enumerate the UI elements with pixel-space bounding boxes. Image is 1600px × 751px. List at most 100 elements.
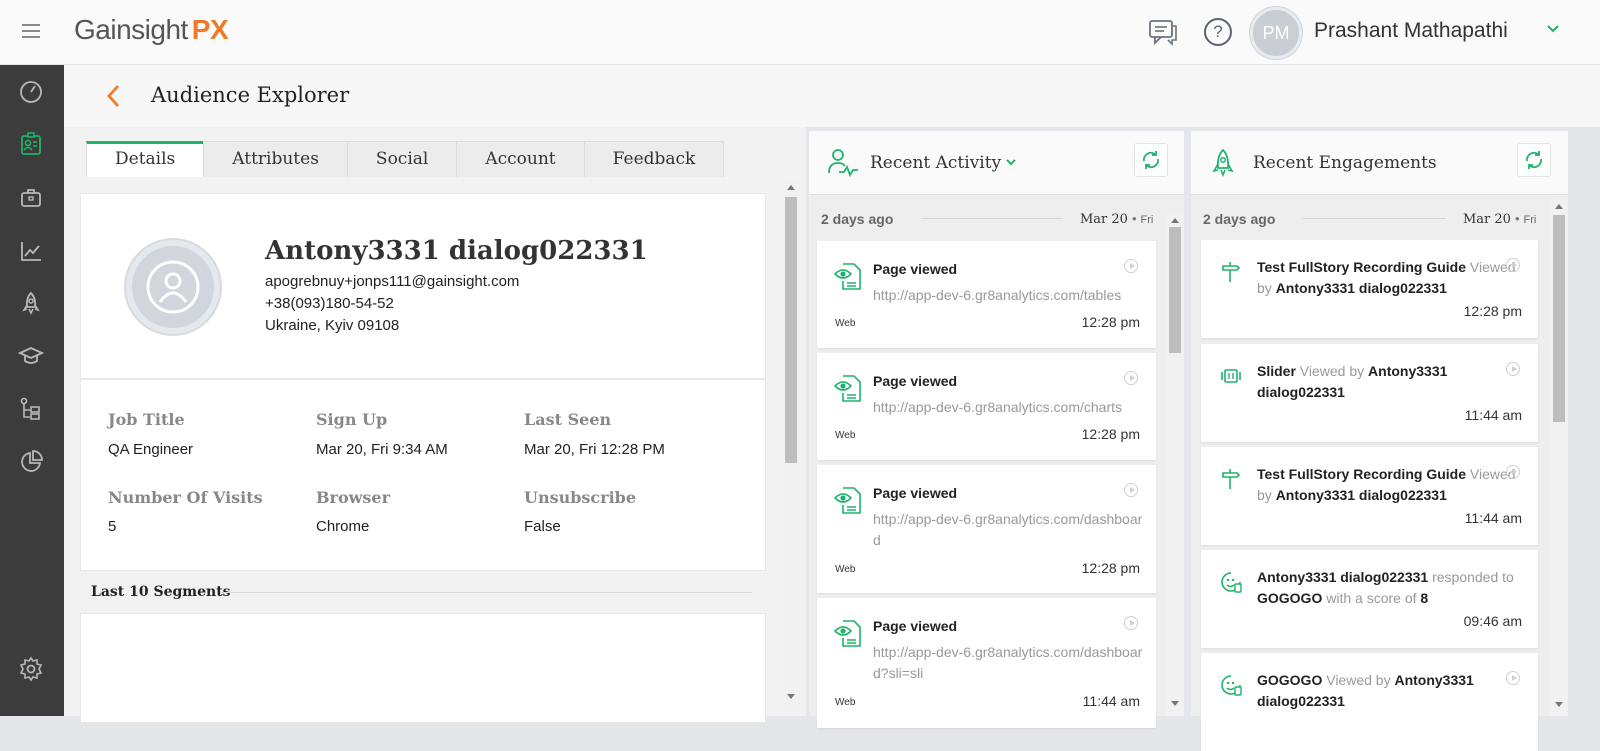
scroll-down-icon[interactable] bbox=[1555, 702, 1563, 707]
activity-url[interactable]: http://app-dev-6.gr8analytics.com/dashbo… bbox=[873, 642, 1143, 684]
page-view-icon bbox=[833, 485, 865, 517]
activity-url[interactable]: http://app-dev-6.gr8analytics.com/charts bbox=[873, 397, 1143, 418]
play-icon[interactable] bbox=[1124, 371, 1138, 385]
engagement-text: Antony3331 dialog022331 responded to GOG… bbox=[1257, 567, 1521, 609]
settings-icon[interactable] bbox=[16, 654, 46, 684]
play-icon[interactable] bbox=[1506, 258, 1520, 272]
dashboard-icon[interactable] bbox=[16, 77, 46, 107]
slider-icon bbox=[1219, 364, 1243, 388]
engagement-item[interactable]: GOGOGO Viewed by Antony3331 dialog022331 bbox=[1201, 653, 1538, 751]
engagement-text: GOGOGO Viewed by Antony3331 dialog022331 bbox=[1257, 670, 1521, 712]
survey-icon bbox=[1219, 570, 1243, 594]
profile-phone: +38(093)180-54-52 bbox=[265, 295, 394, 312]
tab-attributes[interactable]: Attributes bbox=[203, 141, 348, 177]
page-title: Audience Explorer bbox=[151, 83, 350, 107]
scroll-up-icon[interactable] bbox=[787, 185, 795, 190]
page-view-icon bbox=[833, 373, 865, 405]
play-icon[interactable] bbox=[1506, 465, 1520, 479]
engagement-item[interactable]: Test FullStory Recording Guide Viewed by… bbox=[1201, 240, 1538, 338]
engagement-time: 09:46 am bbox=[1463, 613, 1522, 629]
engagement-item[interactable]: Slider Viewed by Antony3331 dialog022331… bbox=[1201, 344, 1538, 442]
top-bar: Gainsight PX ? PM Prashant Mathapathi bbox=[0, 0, 1600, 65]
play-icon[interactable] bbox=[1124, 259, 1138, 273]
score-text: with a score of bbox=[1326, 590, 1417, 606]
menu-icon[interactable] bbox=[22, 24, 40, 38]
date-label: Mar 20 bbox=[1080, 212, 1128, 227]
engagement-target[interactable]: GOGOGO bbox=[1257, 590, 1322, 606]
day-label: Fri bbox=[1523, 214, 1537, 226]
avatar[interactable]: PM bbox=[1250, 7, 1302, 59]
activity-refresh-button[interactable] bbox=[1134, 143, 1168, 177]
scroll-down-icon[interactable] bbox=[1171, 701, 1179, 706]
engagement-time: 12:28 pm bbox=[1463, 303, 1522, 319]
play-icon[interactable] bbox=[1124, 483, 1138, 497]
tab-account[interactable]: Account bbox=[456, 141, 585, 177]
play-icon[interactable] bbox=[1506, 671, 1520, 685]
engagement-subject[interactable]: Slider bbox=[1257, 363, 1296, 379]
engagement-subject[interactable]: Test FullStory Recording Guide bbox=[1257, 466, 1466, 482]
scroll-thumb[interactable] bbox=[785, 197, 797, 463]
engagements-scrollbar[interactable] bbox=[1550, 199, 1568, 716]
title-bar: Audience Explorer bbox=[64, 65, 1600, 127]
engagements-refresh-button[interactable] bbox=[1517, 143, 1551, 177]
play-icon[interactable] bbox=[1506, 362, 1520, 376]
engagement-actor[interactable]: Antony3331 dialog022331 bbox=[1276, 280, 1447, 296]
help-icon[interactable]: ? bbox=[1204, 18, 1232, 46]
engagement-item[interactable]: Test FullStory Recording Guide Viewed by… bbox=[1201, 447, 1538, 545]
left-nav bbox=[0, 65, 64, 716]
engagement-text: Test FullStory Recording Guide Viewed by… bbox=[1257, 464, 1521, 506]
briefcase-icon[interactable] bbox=[16, 183, 46, 213]
details-scrollbar[interactable] bbox=[782, 181, 800, 716]
activity-item[interactable]: Page viewed http://app-dev-6.gr8analytic… bbox=[817, 465, 1156, 593]
engagement-actor[interactable]: Antony3331 dialog022331 bbox=[1276, 487, 1447, 503]
activity-item[interactable]: Page viewed http://app-dev-6.gr8analytic… bbox=[817, 241, 1156, 348]
play-icon[interactable] bbox=[1124, 616, 1138, 630]
scroll-up-icon[interactable] bbox=[1555, 204, 1563, 209]
day-label: Fri bbox=[1140, 214, 1154, 226]
engagement-verb: Viewed by bbox=[1326, 672, 1391, 688]
pie-chart-icon[interactable] bbox=[16, 447, 46, 477]
date-relative: 2 days ago bbox=[1203, 211, 1276, 227]
channel-label: Web bbox=[835, 430, 856, 441]
chevron-down-icon[interactable] bbox=[1005, 156, 1017, 174]
visits-value: 5 bbox=[108, 518, 117, 535]
scroll-thumb[interactable] bbox=[1169, 227, 1181, 353]
activity-url[interactable]: http://app-dev-6.gr8analytics.com/dashbo… bbox=[873, 509, 1143, 551]
engagement-item[interactable]: Antony3331 dialog022331 responded to GOG… bbox=[1201, 550, 1538, 648]
back-arrow-icon[interactable] bbox=[104, 83, 124, 109]
activity-url[interactable]: http://app-dev-6.gr8analytics.com/tables bbox=[873, 285, 1143, 306]
last-seen-label: Last Seen bbox=[524, 410, 612, 429]
rocket-icon[interactable] bbox=[16, 288, 46, 318]
activity-time: 12:28 pm bbox=[1081, 560, 1140, 576]
logo[interactable]: Gainsight PX bbox=[74, 14, 229, 46]
scroll-down-icon[interactable] bbox=[787, 694, 795, 699]
divider bbox=[921, 218, 1063, 219]
date-absolute: Mar 20 • Fri bbox=[1463, 211, 1537, 227]
divider bbox=[1303, 218, 1446, 219]
tab-social[interactable]: Social bbox=[346, 141, 458, 177]
graduation-cap-icon[interactable] bbox=[16, 341, 46, 371]
scroll-up-icon[interactable] bbox=[1171, 218, 1179, 223]
tab-details[interactable]: Details bbox=[86, 141, 205, 177]
guide-icon bbox=[1219, 260, 1243, 284]
analytics-icon[interactable] bbox=[16, 236, 46, 266]
engagement-subject[interactable]: Antony3331 dialog022331 bbox=[1257, 569, 1428, 585]
rocket-icon bbox=[1211, 148, 1235, 183]
sign-up-value: Mar 20, Fri 9:34 AM bbox=[316, 441, 448, 458]
logo-text: Gainsight bbox=[74, 14, 188, 45]
audience-icon[interactable] bbox=[16, 129, 46, 159]
chevron-down-icon[interactable] bbox=[1546, 22, 1560, 41]
activity-item[interactable]: Page viewed http://app-dev-6.gr8analytic… bbox=[817, 598, 1156, 728]
activity-item[interactable]: Page viewed http://app-dev-6.gr8analytic… bbox=[817, 353, 1156, 460]
segments-title: Last 10 Segments bbox=[91, 584, 231, 600]
scroll-thumb[interactable] bbox=[1553, 215, 1565, 422]
chat-icon[interactable] bbox=[1146, 16, 1180, 50]
activity-time: 12:28 pm bbox=[1081, 426, 1140, 442]
engagement-subject[interactable]: Test FullStory Recording Guide bbox=[1257, 259, 1466, 275]
user-name[interactable]: Prashant Mathapathi bbox=[1314, 19, 1508, 43]
tab-feedback[interactable]: Feedback bbox=[583, 141, 725, 177]
profile-name: Antony3331 dialog022331 bbox=[265, 236, 648, 266]
activity-scrollbar[interactable] bbox=[1166, 215, 1184, 716]
engagement-subject[interactable]: GOGOGO bbox=[1257, 672, 1322, 688]
hierarchy-icon[interactable] bbox=[16, 394, 46, 424]
